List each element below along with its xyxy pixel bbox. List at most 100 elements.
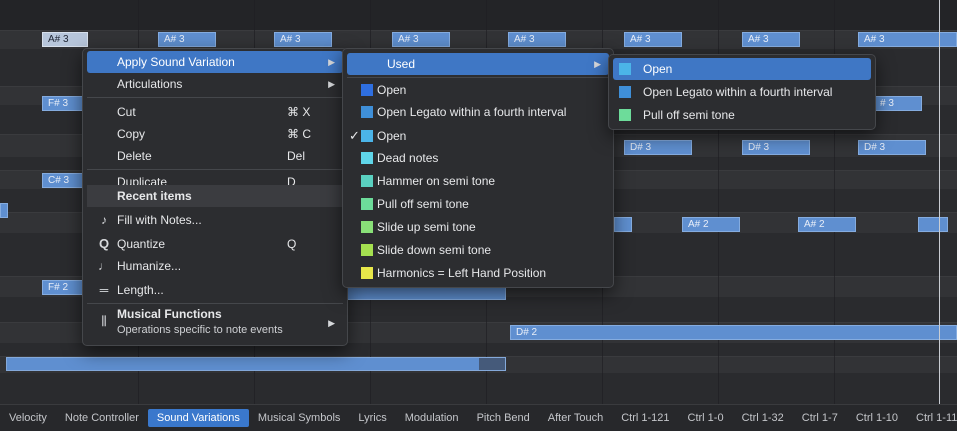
length-icon: ═	[99, 283, 109, 297]
menu-item-label: Musical Functions	[117, 307, 222, 321]
note-event[interactable]	[614, 217, 632, 232]
color-swatch-icon	[361, 152, 373, 164]
menu-item-length[interactable]: ═ Length...	[87, 279, 343, 301]
chevron-right-icon: ▶	[328, 57, 335, 67]
menu-item-fill-with-notes[interactable]: ♪ Fill with Notes...	[87, 209, 343, 231]
sound-variation-item[interactable]: Pull off semi tone	[347, 193, 609, 215]
menu-item-quantize[interactable]: Q Quantize Q	[87, 233, 343, 255]
menu-item-label: Length...	[117, 283, 164, 297]
sound-variation-item[interactable]: ✓ Open	[347, 125, 609, 147]
sound-variation-item[interactable]: Hammer on semi tone	[347, 170, 609, 192]
recent-items-header: Recent items	[87, 185, 343, 207]
menu-item-articulations[interactable]: Articulations ▶	[87, 73, 343, 95]
tab-ctrl-1-0[interactable]: Ctrl 1-0	[679, 409, 733, 427]
quantize-icon: Q	[98, 236, 110, 251]
note-event[interactable]: D# 3	[858, 140, 926, 155]
note-event[interactable]	[918, 217, 948, 232]
color-swatch-icon	[361, 175, 373, 187]
menu-item-musical-functions[interactable]: ⫼ Musical Functions Operations specific …	[87, 305, 343, 341]
tab-after-touch[interactable]: After Touch	[539, 409, 612, 427]
color-swatch-icon	[619, 63, 631, 75]
note-event[interactable]: A# 3	[42, 32, 88, 47]
color-swatch-icon	[361, 267, 373, 279]
color-swatch-icon	[619, 109, 631, 121]
chevron-right-icon: ▶	[328, 318, 335, 328]
menu-item-label: Quantize	[117, 237, 166, 251]
color-swatch-icon	[361, 221, 373, 233]
menu-item-used[interactable]: Used ▶	[347, 53, 609, 75]
sound-variation-item[interactable]: Slide down semi tone	[347, 239, 609, 261]
note-event[interactable]: A# 3	[274, 32, 332, 47]
note-event-long[interactable]	[6, 357, 506, 371]
used-item-pull-off[interactable]: Pull off semi tone	[613, 104, 871, 126]
note-event[interactable]: A# 3	[742, 32, 800, 47]
menu-separator	[347, 77, 609, 78]
menu-item-label: Pull off semi tone	[643, 108, 735, 122]
menu-item-label: Open Legato within a fourth interval	[377, 105, 567, 119]
menu-item-label: Pull off semi tone	[377, 197, 469, 211]
menu-item-label: Articulations	[117, 77, 183, 91]
tab-ctrl-1-121[interactable]: Ctrl 1-121	[612, 409, 678, 427]
note-event[interactable]: A# 3	[858, 32, 957, 47]
menu-item-label: Delete	[117, 149, 152, 163]
sound-variation-item[interactable]: Open Legato within a fourth interval	[347, 101, 609, 123]
color-swatch-icon	[361, 106, 373, 118]
note-event[interactable]: A# 2	[682, 217, 740, 232]
color-swatch-icon	[361, 198, 373, 210]
playhead-line	[939, 0, 940, 404]
note-event[interactable]: D# 3	[742, 140, 810, 155]
checkmark-icon: ✓	[349, 128, 360, 143]
fill-notes-icon: ♪	[101, 213, 107, 227]
chevron-right-icon: ▶	[594, 59, 601, 69]
menu-item-label: Used	[387, 57, 416, 71]
menu-item-humanize[interactable]: ♩ Humanize...	[87, 255, 343, 277]
menu-item-label: Apply Sound Variation	[117, 55, 235, 69]
tab-modulation[interactable]: Modulation	[396, 409, 468, 427]
note-event[interactable]: # 3	[874, 96, 922, 111]
tab-note-controller[interactable]: Note Controller	[56, 409, 148, 427]
color-swatch-icon	[361, 130, 373, 142]
color-swatch-icon	[361, 84, 373, 96]
tab-musical-symbols[interactable]: Musical Symbols	[249, 409, 350, 427]
sound-variation-item[interactable]: Slide up semi tone	[347, 216, 609, 238]
menu-item-cut[interactable]: Cut ⌘ X	[87, 101, 343, 123]
note-event[interactable]: A# 2	[798, 217, 856, 232]
menu-item-label: Humanize...	[117, 259, 182, 273]
menu-item-copy[interactable]: Copy ⌘ C	[87, 123, 343, 145]
menu-item-label: Open Legato within a fourth interval	[643, 85, 833, 99]
note-event[interactable]: D# 2	[510, 325, 957, 340]
note-event[interactable]: A# 3	[624, 32, 682, 47]
shortcut-label: ⌘ C	[287, 127, 311, 141]
note-event[interactable]	[0, 203, 8, 218]
menu-separator	[87, 303, 343, 304]
menu-item-label: Harmonics = Left Hand Position	[377, 266, 547, 280]
sound-variation-item[interactable]: Harmonics = Left Hand Position	[347, 262, 609, 284]
used-submenu: Open Open Legato within a fourth interva…	[608, 54, 876, 130]
used-item-open[interactable]: Open	[613, 58, 871, 80]
ruler-strip	[0, 0, 957, 30]
key-editor[interactable]: A# 3 A# 3 A# 3 A# 3 A# 3 A# 3 A# 3 A# 3 …	[0, 0, 957, 404]
menu-item-subtitle: Operations specific to note events	[117, 324, 283, 336]
note-event[interactable]: A# 3	[392, 32, 450, 47]
tab-ctrl-1-32[interactable]: Ctrl 1-32	[733, 409, 793, 427]
menu-item-label: Open	[377, 129, 407, 143]
note-event[interactable]: D# 3	[624, 140, 692, 155]
tab-velocity[interactable]: Velocity	[0, 409, 56, 427]
tab-ctrl-1-11[interactable]: Ctrl 1-11	[907, 409, 957, 427]
used-item-open-legato[interactable]: Open Legato within a fourth interval	[613, 81, 871, 103]
shortcut-label: Q	[287, 237, 297, 251]
sound-variation-item[interactable]: Open	[347, 79, 609, 101]
controller-lane-tabs: Velocity Note Controller Sound Variation…	[0, 404, 957, 431]
tab-ctrl-1-7[interactable]: Ctrl 1-7	[793, 409, 847, 427]
chevron-right-icon: ▶	[328, 79, 335, 89]
sound-variation-item[interactable]: Dead notes	[347, 147, 609, 169]
tab-sound-variations[interactable]: Sound Variations	[147, 409, 249, 427]
tab-lyrics[interactable]: Lyrics	[349, 409, 395, 427]
tab-ctrl-1-10[interactable]: Ctrl 1-10	[847, 409, 907, 427]
note-event[interactable]: A# 3	[508, 32, 566, 47]
tab-pitch-bend[interactable]: Pitch Bend	[468, 409, 539, 427]
menu-item-delete[interactable]: Delete Del	[87, 145, 343, 167]
menu-item-apply-sound-variation[interactable]: Apply Sound Variation ▶	[87, 51, 343, 73]
menu-separator	[87, 97, 343, 98]
note-event[interactable]: A# 3	[158, 32, 216, 47]
